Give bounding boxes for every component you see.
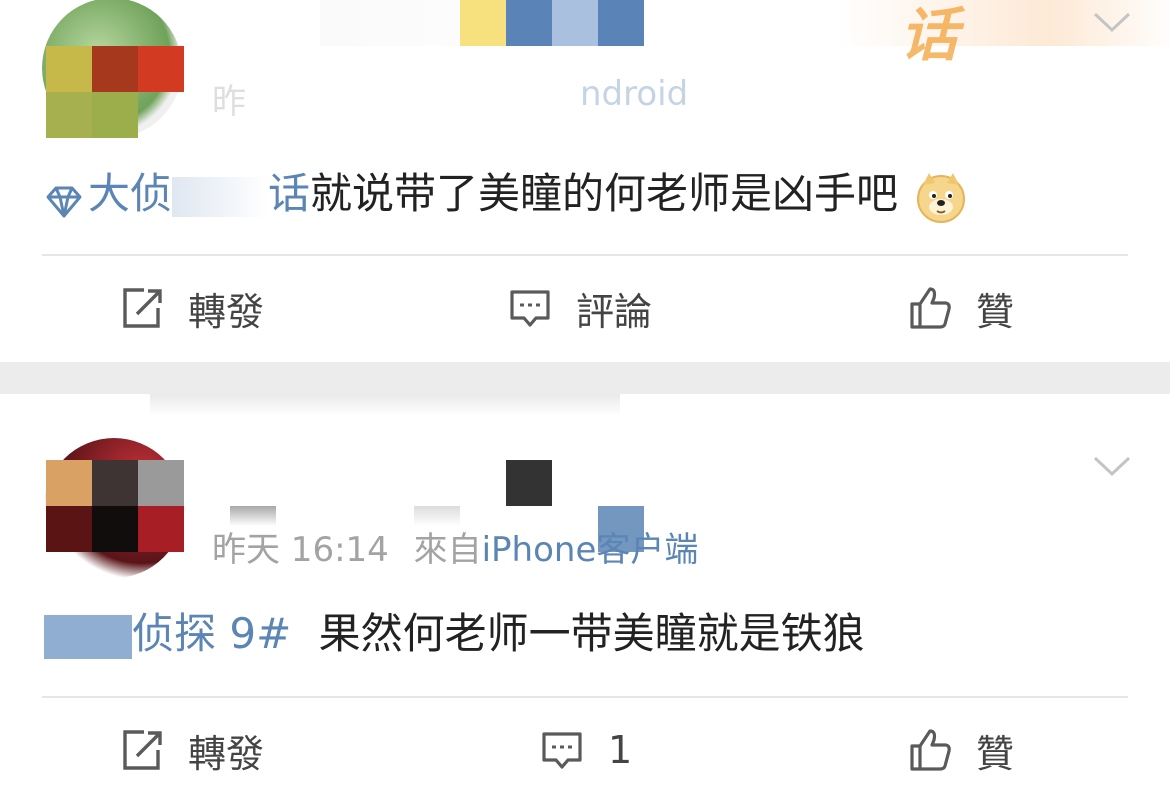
- divider: [42, 254, 1128, 256]
- post-content: 侦探 9# 果然何老师一带美瞳就是铁狼: [44, 600, 865, 661]
- doge-emoji-icon: [915, 171, 967, 223]
- chevron-down-icon[interactable]: [1092, 10, 1132, 34]
- repost-icon: [120, 728, 164, 772]
- pixelated-username: [506, 460, 552, 506]
- like-label: 贊: [976, 731, 1015, 776]
- action-bar: 轉發 1 贊: [0, 710, 1170, 790]
- weibo-post: 昨天 16:14 來自iPhone客户端 侦探 9# 果然何老师一带美瞳就是铁狼…: [0, 394, 1170, 796]
- post-separator: [0, 362, 1170, 394]
- pixelated-overlay: [598, 506, 644, 552]
- topic-link[interactable]: 大侦: [88, 169, 172, 218]
- topic-redacted: [44, 614, 132, 659]
- comment-label: 評論: [576, 289, 653, 334]
- pixelated-username: [460, 0, 644, 46]
- blurred-header: [150, 394, 620, 416]
- like-button[interactable]: 贊: [908, 268, 1014, 348]
- member-badge: 话: [900, 1, 959, 69]
- chevron-down-icon[interactable]: [1092, 454, 1132, 478]
- comment-count: 1: [608, 728, 633, 772]
- weibo-post: 话 昨 ndroid 大侦 话就说带了美瞳的何老师是凶手吧 轉發 評論 贊: [0, 0, 1170, 362]
- comment-button[interactable]: 1: [540, 710, 632, 790]
- repost-label: 轉發: [188, 289, 265, 334]
- repost-label: 轉發: [188, 731, 265, 776]
- post-source-partial[interactable]: ndroid: [580, 74, 688, 114]
- comment-icon: [508, 286, 552, 330]
- comment-button[interactable]: 評論: [508, 268, 652, 348]
- thumbs-up-icon: [908, 286, 952, 330]
- repost-icon: [120, 286, 164, 330]
- thumbs-up-icon: [908, 728, 952, 772]
- post-meta-partial: 昨: [212, 74, 246, 123]
- topic-link-suffix[interactable]: 话: [268, 169, 310, 218]
- repost-button[interactable]: 轉發: [120, 268, 264, 348]
- like-button[interactable]: 贊: [908, 710, 1014, 790]
- divider: [42, 696, 1128, 698]
- diamond-icon: [44, 180, 84, 217]
- post-text: 果然何老师一带美瞳就是铁狼: [318, 609, 865, 658]
- post-time: 昨天 16:14: [212, 530, 389, 570]
- post-content: 大侦 话就说带了美瞳的何老师是凶手吧: [44, 160, 967, 223]
- topic-link[interactable]: 侦探 9#: [132, 609, 291, 658]
- action-bar: 轉發 評論 贊: [0, 268, 1170, 348]
- blurred-header: [320, 0, 1170, 46]
- topic-redacted: [172, 176, 269, 217]
- post-text: 就说带了美瞳的何老师是凶手吧: [310, 169, 899, 218]
- repost-button[interactable]: 轉發: [120, 710, 264, 790]
- pixelated-avatar: [46, 460, 184, 552]
- comment-icon: [540, 728, 584, 772]
- pixelated-avatar: [46, 46, 184, 138]
- post-from-label: 來自: [413, 530, 482, 570]
- post-time: 昨: [212, 82, 246, 122]
- post-source[interactable]: iPhone客户端: [482, 530, 699, 570]
- like-label: 贊: [976, 289, 1015, 334]
